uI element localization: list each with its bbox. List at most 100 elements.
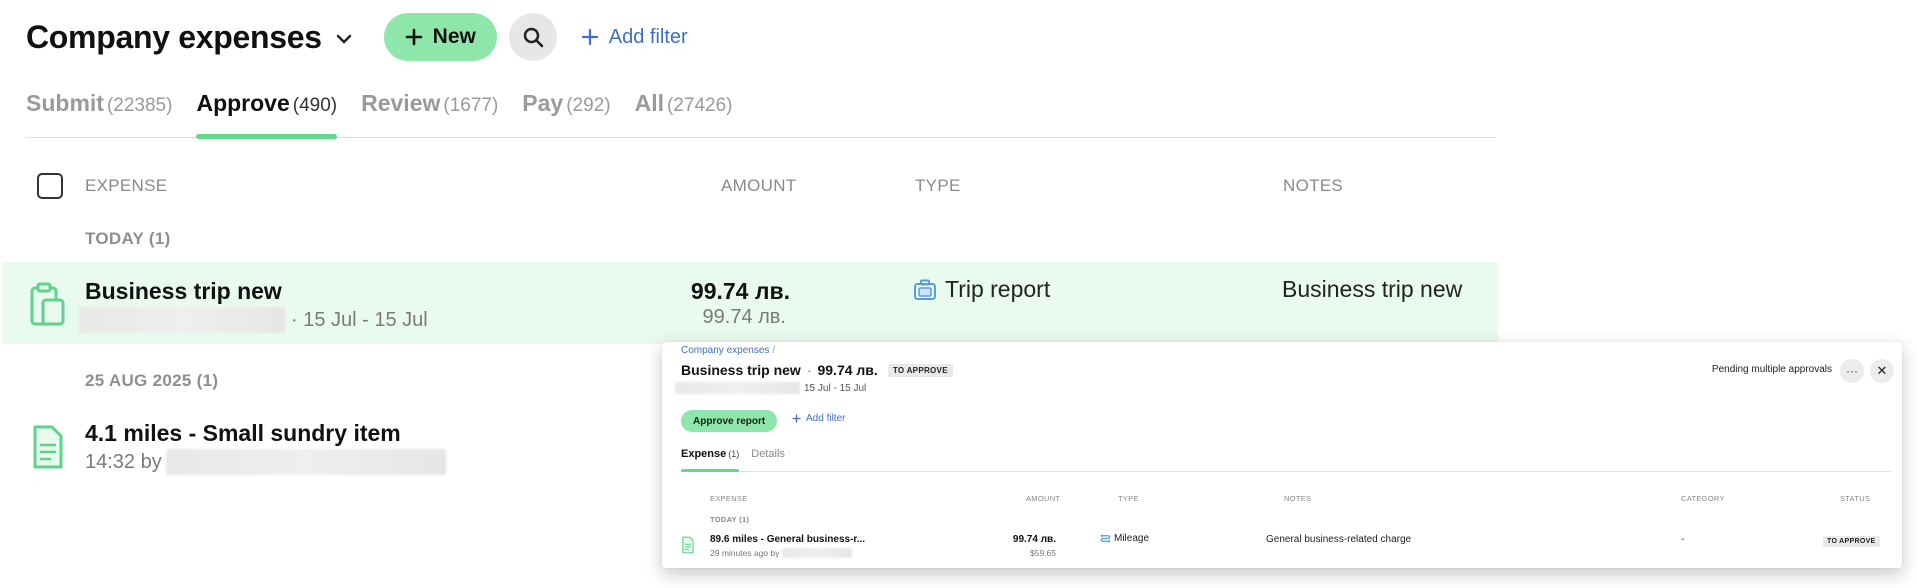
tab-count: (27426) [666, 95, 733, 116]
column-header-notes: NOTES [1284, 494, 1312, 503]
expense-type-label: Trip report [945, 276, 1051, 302]
report-dates: 15 Jul - 15 Jul [804, 382, 867, 394]
expense-type: Mileage [1100, 533, 1149, 544]
close-icon: ✕ [1876, 363, 1888, 378]
redacted-text [79, 307, 285, 333]
expense-name: Business trip new [85, 278, 282, 304]
new-button[interactable]: New [383, 13, 497, 61]
column-header-type: TYPE [915, 176, 961, 195]
plus-icon [581, 28, 598, 46]
column-header-expense: EXPENSE [710, 494, 748, 503]
approve-report-label: Approve report [693, 415, 766, 427]
expense-type: Trip report [913, 276, 1050, 303]
tab-count: (22385) [106, 95, 173, 116]
tab-label: All [634, 90, 664, 116]
column-header-status: STATUS [1840, 494, 1871, 503]
table-header: EXPENSE AMOUNT TYPE NOTES [0, 168, 1500, 204]
page-header: Company expenses New Add filter [26, 12, 688, 62]
title-separator: · [806, 362, 812, 378]
status-tabs: Submit (22385) Approve (490) Review (1677) … [26, 90, 1496, 139]
expense-submitted: 14:32 by [85, 450, 162, 473]
expense-amount-secondary: 99.74 лв. [702, 306, 786, 328]
redacted-text [675, 382, 800, 394]
tab-details[interactable]: Details [751, 442, 785, 471]
status-badge: TO APPROVE [887, 363, 953, 377]
tab-label: Review [361, 90, 441, 116]
breadcrumb-separator: / [772, 345, 776, 356]
group-label: TODAY (1) [85, 229, 171, 248]
expense-notes: General business-related charge [1266, 534, 1412, 545]
tab-expense[interactable]: Expense (1) [681, 442, 740, 472]
clipboard-icon [30, 282, 65, 326]
approve-report-button[interactable]: Approve report [681, 410, 778, 432]
add-filter-button[interactable]: Add filter [792, 413, 845, 424]
select-all-checkbox[interactable] [37, 173, 63, 199]
tab-count: (490) [292, 95, 338, 116]
add-filter-label: Add filter [806, 413, 846, 424]
report-preview-panel: Company expenses / Business trip new · 99… [662, 342, 1902, 568]
group-label: TODAY (1) [710, 515, 750, 524]
column-header-expense: EXPENSE [85, 176, 168, 195]
tab-label: Pay [522, 90, 564, 116]
new-button-label: New [432, 25, 476, 48]
expense-name: 4.1 miles - Small sundry item [85, 420, 401, 446]
panel-tabs: Expense (1) Details [681, 442, 1891, 472]
report-subtitle: 15 Jul - 15 Jul [675, 382, 866, 394]
table-row[interactable]: Business trip new · 15 Jul - 15 Jul 99.7… [2, 262, 1498, 344]
chevron-down-icon[interactable] [334, 29, 354, 49]
expense-type-label: Mileage [1114, 533, 1150, 544]
route-icon [1100, 534, 1111, 543]
redacted-text [165, 449, 446, 475]
tab-review[interactable]: Review (1677) [361, 90, 498, 138]
add-filter-label: Add filter [608, 25, 688, 48]
breadcrumb-link[interactable]: Company expenses [681, 345, 769, 356]
report-amount: 99.74 лв. [817, 362, 878, 378]
breadcrumb: Company expenses / [681, 345, 775, 356]
group-label: 25 AUG 2025 (1) [85, 371, 219, 390]
tab-pay[interactable]: Pay (292) [522, 90, 610, 138]
tab-count: (1677) [443, 95, 499, 116]
column-header-category: CATEGORY [1681, 494, 1725, 503]
expense-notes: Business trip new [1282, 276, 1463, 302]
ellipsis-icon: ··· [1846, 364, 1858, 378]
expense-dates: · 15 Jul - 15 Jul [291, 308, 428, 331]
report-title: Business trip new [681, 362, 801, 378]
tab-label: Details [751, 448, 785, 460]
expense-amount-secondary: $59.65 [1030, 548, 1056, 558]
briefcase-icon [914, 279, 936, 300]
tab-submit[interactable]: Submit (22385) [26, 90, 172, 138]
tab-label: Approve [196, 90, 290, 116]
expense-subtitle: 14:32 by [85, 448, 446, 476]
receipt-icon [682, 536, 694, 554]
redacted-text [782, 548, 853, 558]
table-row[interactable]: 89.6 miles - General business-r... 29 mi… [676, 532, 1896, 562]
report-title-row: Business trip new · 99.74 лв. TO APPROVE [681, 362, 953, 378]
tab-label: Expense [681, 448, 727, 460]
search-icon [523, 27, 544, 48]
receipt-icon [33, 425, 63, 469]
tab-label: Submit [26, 90, 104, 116]
tab-all[interactable]: All (27426) [635, 90, 733, 138]
column-header-amount: AMOUNT [721, 176, 797, 195]
expense-category: - [1681, 534, 1685, 545]
tab-approve[interactable]: Approve (490) [196, 90, 338, 139]
plus-icon [405, 28, 422, 46]
plus-icon [792, 414, 801, 423]
tab-count: (292) [566, 95, 611, 116]
expense-subtitle: · 15 Jul - 15 Jul [79, 306, 428, 334]
more-options-button[interactable]: ··· [1840, 359, 1864, 383]
expense-submitted: 29 minutes ago by [710, 548, 780, 558]
approval-status: Pending multiple approvals [1711, 364, 1832, 375]
expense-name: 89.6 miles - General business-r... [710, 534, 866, 545]
search-button[interactable] [508, 13, 557, 61]
close-button[interactable]: ✕ [1870, 359, 1894, 383]
expense-subtitle: 29 minutes ago by [710, 548, 853, 558]
expense-amount: 99.74 лв. [690, 278, 790, 304]
column-header-notes: NOTES [1283, 176, 1344, 195]
add-filter-button[interactable]: Add filter [581, 26, 688, 49]
column-header-type: TYPE [1118, 494, 1139, 503]
tab-count: (1) [728, 449, 740, 459]
column-header-amount: AMOUNT [1026, 494, 1061, 503]
status-badge: TO APPROVE [1823, 536, 1880, 547]
page-title: Company expenses [26, 18, 322, 55]
